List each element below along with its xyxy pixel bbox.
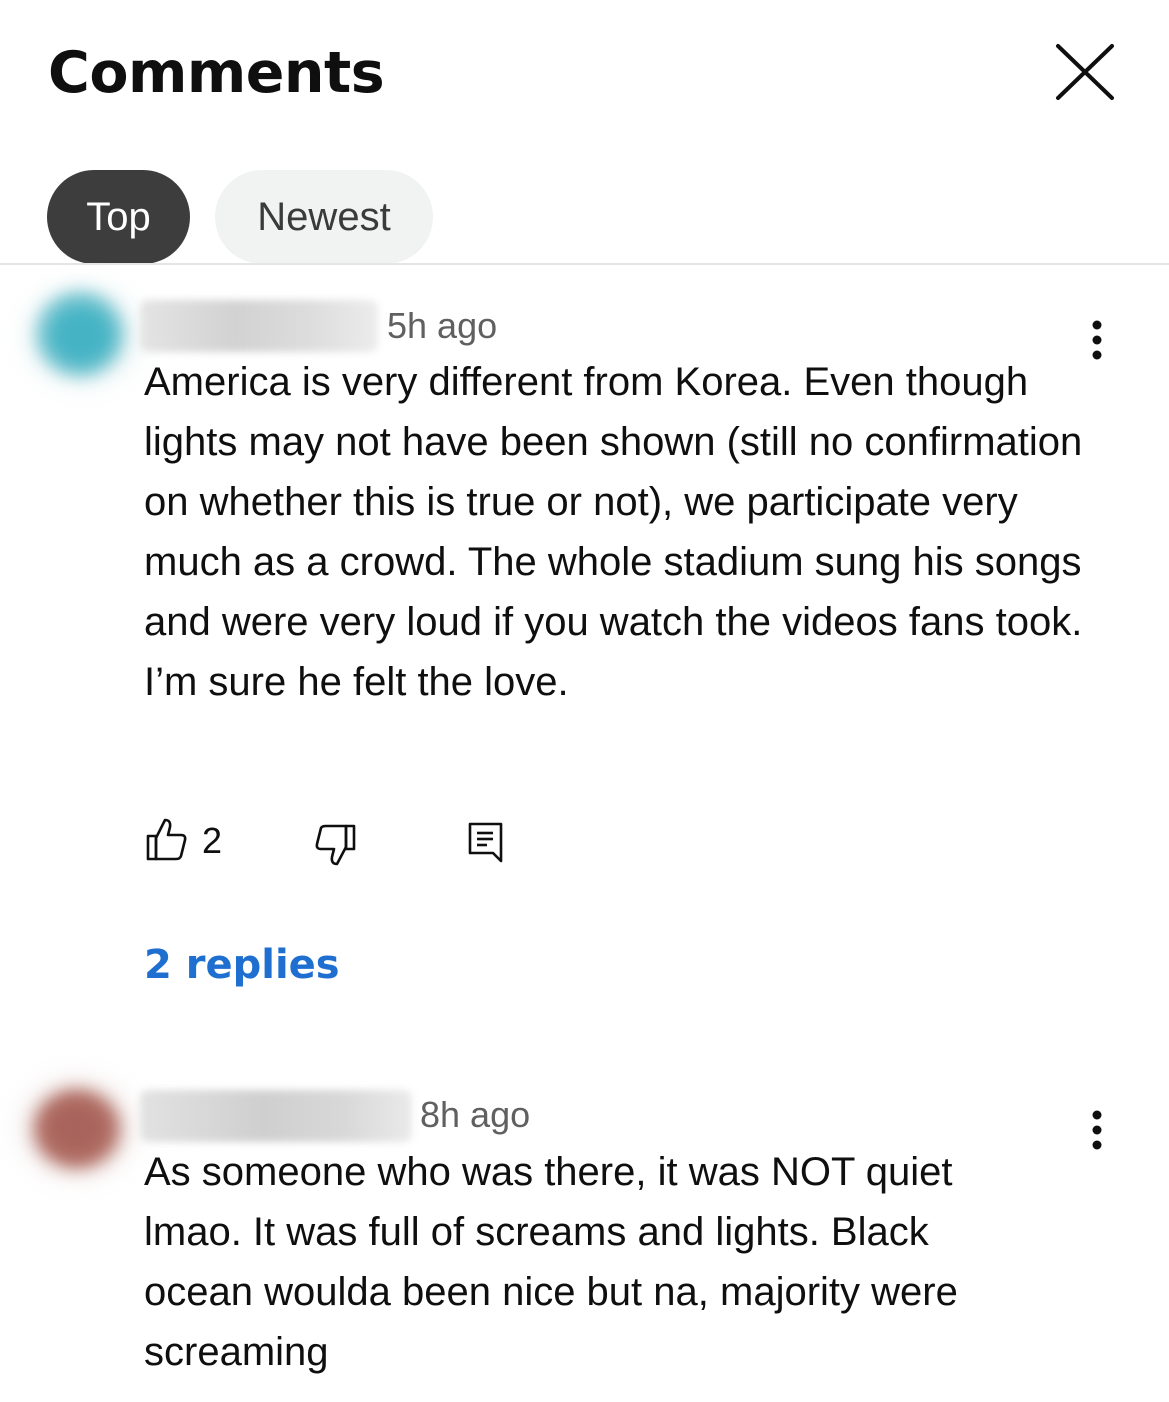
author-name-blurred[interactable] — [140, 300, 378, 352]
sort-chips: Top Newest — [47, 170, 433, 264]
panel-title: Comments — [48, 40, 385, 106]
reply-icon — [468, 822, 503, 863]
chip-newest[interactable]: Newest — [215, 170, 433, 264]
thumbs-up-icon — [146, 818, 187, 861]
thumbs-down-icon — [315, 824, 356, 866]
reply-button[interactable] — [466, 820, 506, 869]
more-vert-icon — [1092, 1110, 1102, 1150]
like-count: 2 — [202, 820, 223, 861]
view-replies-link[interactable]: 2 replies — [144, 942, 340, 988]
dislike-button[interactable] — [314, 822, 358, 873]
avatar[interactable] — [22, 1080, 132, 1176]
comment-text: As someone who was there, it was NOT qui… — [144, 1150, 958, 1374]
comment-time: 5h ago — [387, 305, 498, 346]
close-button[interactable] — [1052, 42, 1118, 104]
close-icon — [1056, 44, 1114, 100]
like-button[interactable] — [144, 816, 188, 867]
author-name-blurred[interactable] — [140, 1090, 412, 1142]
divider — [0, 263, 1169, 265]
chip-top[interactable]: Top — [47, 170, 190, 264]
avatar[interactable] — [28, 288, 138, 384]
comment-time: 8h ago — [420, 1094, 531, 1135]
comment-text: America is very different from Korea. Ev… — [144, 360, 1083, 704]
more-options-button[interactable] — [1082, 1108, 1112, 1156]
